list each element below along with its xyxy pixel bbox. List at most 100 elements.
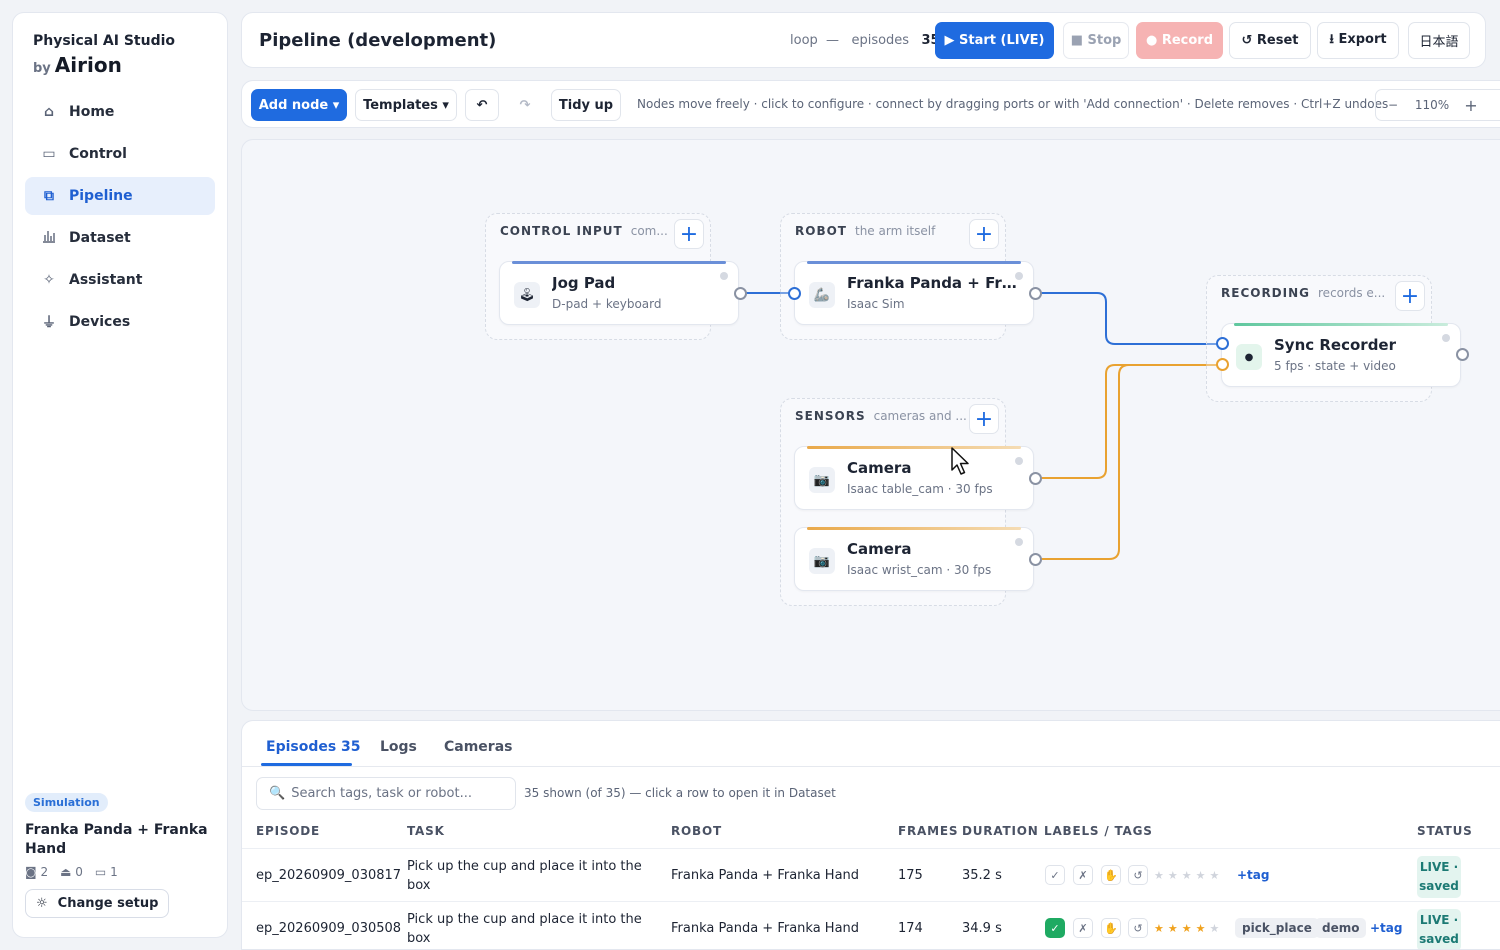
joystick-icon: 🕹 [514,282,540,308]
undo-button[interactable]: ↶ [465,89,499,121]
sidebar-item-dataset[interactable]: Dataset [25,219,215,257]
col-duration[interactable]: DURATION [962,824,1039,838]
col-frames[interactable]: FRAMES [898,824,958,838]
state-input-port[interactable] [1216,337,1229,350]
brand-by: by Airion [33,53,122,77]
tab-logs[interactable]: Logs [380,739,417,755]
node-jog-pad[interactable]: 🕹 Jog Pad D-pad + keyboard [499,261,739,325]
input-port[interactable] [788,287,801,300]
node-status-dot [1442,334,1450,342]
node-sync-recorder[interactable]: ● Sync Recorder 5 fps · state + video [1221,323,1461,387]
table-row[interactable]: ep_20260909_030508 Pick up the cup and p… [242,901,1500,949]
add-tag-button[interactable]: +tag [1370,921,1402,935]
add-to-group-button[interactable]: + [969,219,999,249]
rating-stars[interactable]: ★★★★★ [1154,922,1223,935]
video-input-port[interactable] [1216,358,1229,371]
node-subtitle: Isaac table_cam · 30 fps [847,482,993,496]
zoom-out-button[interactable]: − [1376,98,1410,112]
camera-icon: 📷 [809,548,835,574]
sidebar-item-label: Home [69,104,115,120]
sidebar-item-assistant[interactable]: ✧ Assistant [25,261,215,299]
output-port[interactable] [1029,553,1042,566]
search-icon: 🔍 [269,786,286,801]
table-row[interactable]: ep_20260909_030817 Pick up the cup and p… [242,848,1500,901]
record-button[interactable]: ● Record [1136,22,1223,59]
label-success-button[interactable]: ✓ [1045,865,1065,885]
redo-button[interactable]: ↷ [508,89,542,121]
col-labels-tags[interactable]: LABELS / TAGS [1044,824,1153,838]
tag-chip[interactable]: demo [1315,918,1367,938]
output-port[interactable] [1029,287,1042,300]
node-camera-wrist[interactable]: 📷 Camera Isaac wrist_cam · 30 fps [794,527,1034,591]
label-intervention-button[interactable]: ✋ [1101,918,1121,938]
wire-wristcam-recorder [1035,364,1222,560]
stop-button[interactable]: ■ Stop [1063,22,1129,59]
templates-button[interactable]: Templates ▾ [355,89,457,121]
robot-count: ⏏ 0 [60,865,83,879]
output-port[interactable] [1456,348,1469,361]
start-live-button[interactable]: ▶ Start (LIVE) [935,22,1054,59]
export-button[interactable]: ⭳ Export [1317,22,1399,59]
add-to-group-button[interactable]: + [969,404,999,434]
output-port[interactable] [734,287,747,300]
add-to-group-button[interactable]: + [674,219,704,249]
label-retry-button[interactable]: ↺ [1128,865,1148,885]
panel-tabs: Episodes 35 Logs Cameras [242,721,1500,767]
episode-frames: 174 [898,921,923,936]
active-tab-indicator [261,763,352,766]
label-success-button[interactable]: ✓ [1045,918,1065,938]
sidebar-item-label: Dataset [69,230,131,246]
rating-stars[interactable]: ★★★★★ [1154,869,1223,882]
tag-chip[interactable]: pick_place [1235,918,1319,938]
home-icon: ⌂ [43,104,55,120]
col-episode[interactable]: EPISODE [256,824,320,838]
sparkle-icon: ✧ [43,272,55,288]
brand-logo: Airion [54,53,122,77]
label-fail-button[interactable]: ✗ [1073,865,1093,885]
label-intervention-button[interactable]: ✋ [1101,865,1121,885]
add-node-button[interactable]: Add node ▾ [251,89,347,121]
device-counts: ◙ 2 ⏏ 0 ▭ 1 [25,865,215,879]
tab-episodes[interactable]: Episodes 35 [266,739,361,755]
pipeline-icon: ⧉ [44,188,54,204]
label-retry-button[interactable]: ↺ [1128,918,1148,938]
tidy-up-button[interactable]: Tidy up [551,89,621,121]
sidebar-item-pipeline[interactable]: ⧉ Pipeline [25,177,215,215]
episodes-panel: Episodes 35 Logs Cameras 🔍 Search tags, t… [241,720,1500,950]
col-status[interactable]: STATUS [1417,824,1473,838]
zoom-in-button[interactable]: + [1454,96,1488,115]
brand[interactable]: Physical AI Studio by Airion [33,33,175,77]
node-status-dot [1015,272,1023,280]
page-title: Pipeline (development) [259,30,497,51]
group-header: SENSORS cameras and ... [795,409,967,423]
node-robot[interactable]: 🦾 Franka Panda + Fran... Isaac Sim [794,261,1034,325]
mouse-cursor-icon [951,447,969,475]
node-title: Camera [847,540,912,558]
reset-button[interactable]: ↺ Reset [1229,22,1311,59]
label-fail-button[interactable]: ✗ [1073,918,1093,938]
sidebar-item-control[interactable]: ▭ Control [25,135,215,173]
pipeline-canvas[interactable]: CONTROL INPUT com... + ROBOT the arm itsel… [241,139,1500,711]
status-badge: LIVE · saved [1417,909,1461,949]
node-accent [1234,323,1448,326]
mode-badge: Simulation [25,793,108,812]
add-to-group-button[interactable]: + [1395,281,1425,311]
node-camera-table[interactable]: 📷 Camera Isaac table_cam · 30 fps [794,446,1034,510]
node-status-dot [720,272,728,280]
language-button[interactable]: 日本語 [1408,22,1470,59]
col-task[interactable]: TASK [407,824,445,838]
col-robot[interactable]: ROBOT [671,824,722,838]
output-port[interactable] [1029,472,1042,485]
sidebar-item-devices[interactable]: ⏚ Devices [25,303,215,341]
header: Pipeline (development) loop — episodes 3… [241,12,1486,68]
node-status-dot [1015,457,1023,465]
node-subtitle: Isaac Sim [847,297,905,311]
sun-icon: ☼ [36,896,48,911]
change-setup-label: Change setup [57,896,159,911]
node-subtitle: Isaac wrist_cam · 30 fps [847,563,992,577]
change-setup-button[interactable]: ☼ Change setup [25,889,170,918]
tab-cameras[interactable]: Cameras [444,739,513,755]
sidebar-item-home[interactable]: ⌂ Home [25,93,215,131]
add-tag-button[interactable]: +tag [1237,868,1269,882]
episode-search-input[interactable]: 🔍 Search tags, task or robot... [256,777,516,810]
